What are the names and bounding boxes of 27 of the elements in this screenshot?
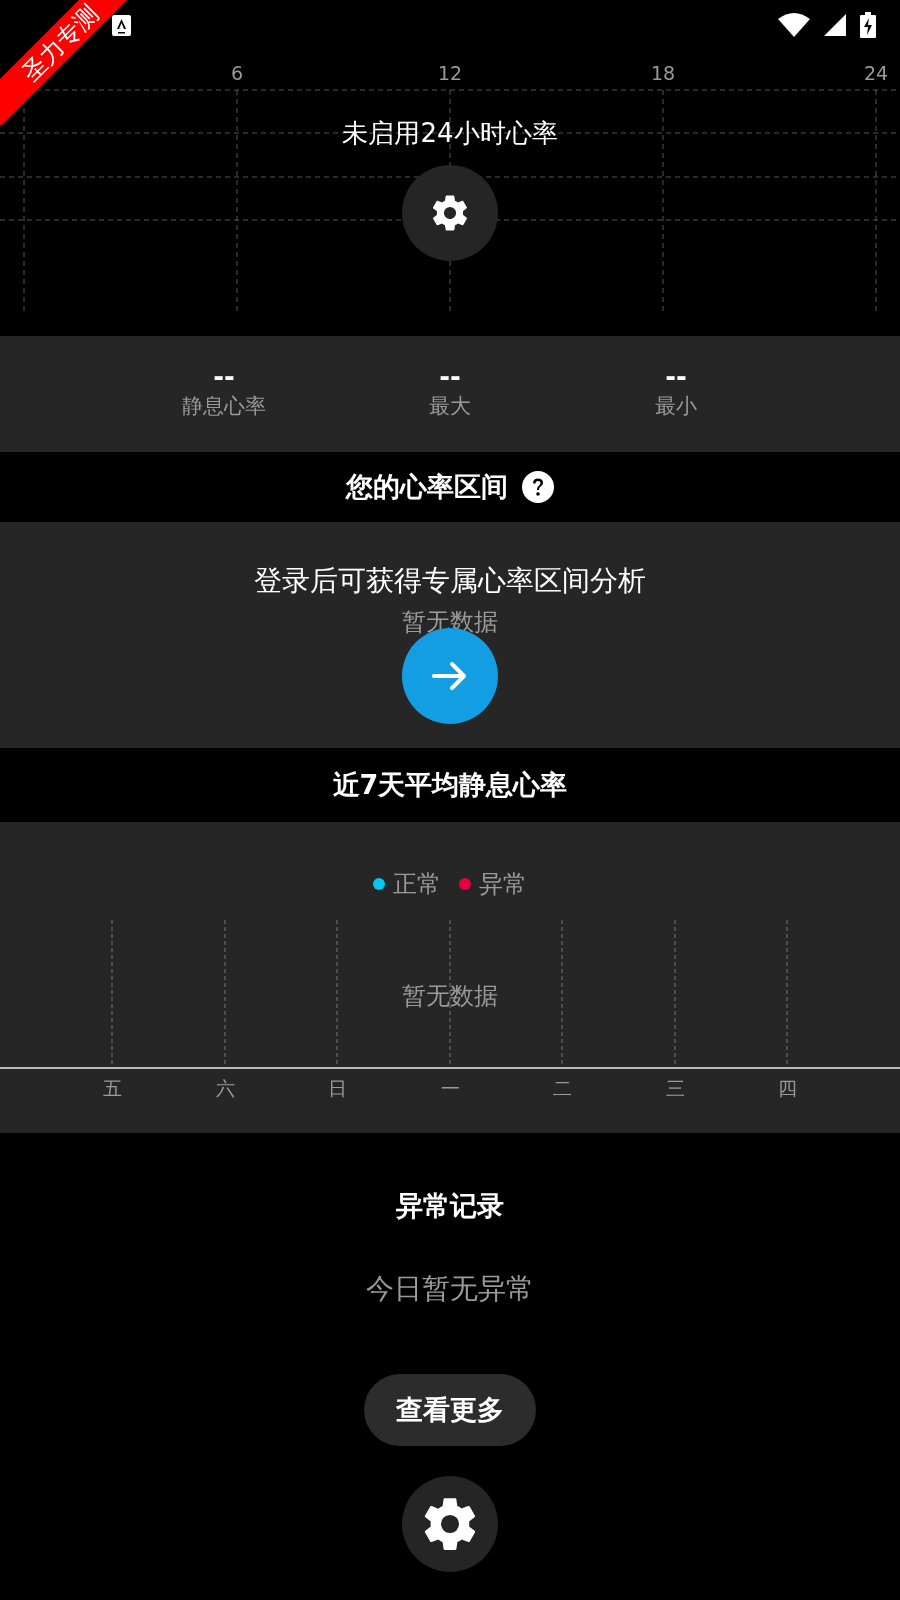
axis-label: 12 <box>437 62 463 84</box>
day-label: 二 <box>552 1076 572 1101</box>
view-more-button[interactable]: 查看更多 <box>364 1374 536 1446</box>
empty-text: 暂无数据 <box>401 981 499 1012</box>
axis-label: 24 <box>863 62 889 84</box>
axis-label: 18 <box>650 62 676 84</box>
stat-value: -- <box>439 362 461 392</box>
stat-label: 最大 <box>429 393 471 420</box>
axis-label: 6 <box>230 62 244 84</box>
section-title: 您的心率区间 <box>346 470 508 504</box>
day-label: 日 <box>327 1076 347 1101</box>
day-label: 六 <box>215 1076 235 1101</box>
stat-value: -- <box>665 362 687 392</box>
disabled-message: 未启用24小时心率 <box>342 117 558 150</box>
section-title: 近7天平均静息心率 <box>332 768 568 802</box>
stat-value: -- <box>213 362 235 392</box>
empty-text: 今日暂无异常 <box>366 1271 534 1307</box>
legend-label: 异常 <box>479 869 527 900</box>
stat-label: 静息心率 <box>182 393 266 420</box>
day-label: 四 <box>777 1076 797 1101</box>
login-prompt: 登录后可获得专属心率区间分析 <box>254 563 646 599</box>
day-label: 五 <box>102 1076 122 1101</box>
stat-label: 最小 <box>655 393 697 420</box>
day-label: 三 <box>665 1076 685 1101</box>
legend-label: 正常 <box>393 869 441 900</box>
day-label: 一 <box>440 1076 460 1101</box>
section-title: 异常记录 <box>396 1189 504 1223</box>
